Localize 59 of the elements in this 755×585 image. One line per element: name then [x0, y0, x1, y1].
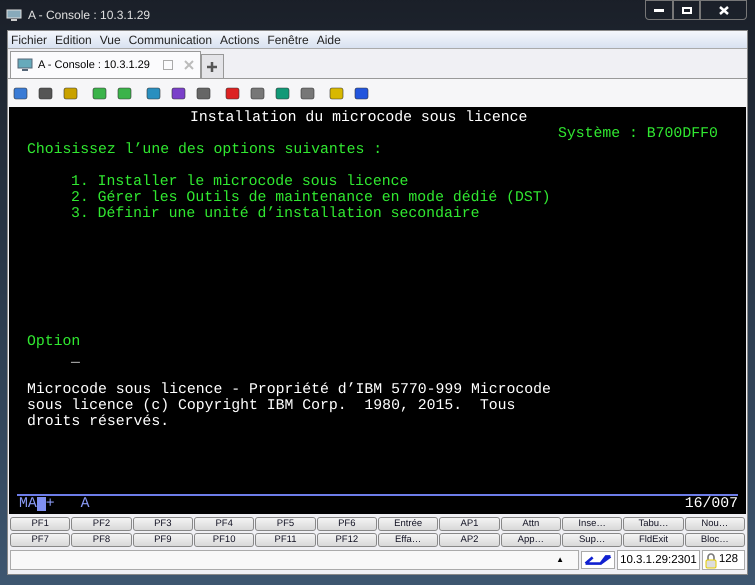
window-title: A - Console : 10.3.1.29 [28, 7, 150, 24]
function-key[interactable]: AP2 [439, 533, 500, 547]
option-label: Option [27, 334, 80, 350]
lock-icon [704, 552, 717, 568]
function-key[interactable]: PF4 [194, 517, 254, 531]
copyright-text: sous licence (c) Copyright IBM Corp. 1980, 2015. Tous [27, 398, 516, 414]
screen-title: Installation du microcode sous licence [190, 110, 528, 126]
function-key[interactable]: PF9 [132, 533, 193, 547]
function-key[interactable]: PF11 [255, 533, 316, 547]
copyright-text: Microcode sous licence - Propriété d’IBM 5770-999 Microcode [27, 382, 551, 398]
close-icon [718, 6, 728, 14]
instruction-text: Choisissez l’une des options suivantes : [27, 142, 382, 158]
copyright-text: droits réservés. [27, 414, 170, 430]
function-key[interactable]: PF3 [132, 517, 193, 531]
function-key[interactable]: Sup… [562, 533, 622, 547]
function-key[interactable]: Entrée [378, 517, 438, 531]
function-key[interactable]: App… [500, 533, 561, 547]
plus-indicator: + [46, 496, 55, 512]
scroll-arrow[interactable]: ▲ [556, 554, 564, 566]
menu-item[interactable]: Edition [55, 30, 92, 48]
connection-icon [581, 551, 616, 569]
function-key[interactable]: Tabu… [623, 517, 684, 531]
function-key[interactable]: Attn [500, 517, 561, 531]
menu-item[interactable]: Communication [128, 30, 212, 48]
function-key[interactable]: PF7 [10, 533, 70, 547]
menu-option[interactable]: 2. Gérer les Outils de maintenance en mode dédié (DST) [71, 190, 550, 206]
minimize-button[interactable] [645, 0, 673, 20]
key-count: 128 [718, 552, 739, 568]
function-key[interactable]: PF6 [316, 517, 377, 531]
function-key[interactable]: Bloc… [684, 533, 745, 547]
menu-item[interactable]: Vue [100, 30, 121, 48]
cursor-block [36, 497, 46, 511]
cursor-position: 16/007 [684, 496, 738, 512]
function-key[interactable]: PF5 [255, 517, 316, 531]
menu-item[interactable]: Fenêtre [267, 30, 309, 48]
function-key[interactable]: Inse… [562, 517, 622, 531]
menu-item[interactable]: Fichier [11, 30, 48, 48]
function-key[interactable]: PF2 [71, 517, 132, 531]
new-tab-button[interactable] [200, 54, 224, 78]
host-address: 10.3.1.29:2301 [617, 550, 700, 570]
menu-item[interactable]: Aide [316, 30, 341, 48]
function-key[interactable]: AP1 [439, 517, 500, 531]
function-key[interactable]: Nou… [684, 517, 745, 531]
close-button[interactable] [700, 0, 747, 20]
system-name: Système : B700DFF0 [558, 126, 718, 142]
maximize-button[interactable] [673, 0, 700, 20]
plus-icon [206, 60, 218, 72]
function-key[interactable]: PF12 [316, 533, 377, 547]
mode-indicator: MA [19, 496, 37, 512]
function-key[interactable]: PF8 [71, 533, 132, 547]
menu-item[interactable]: Actions [220, 30, 260, 48]
function-key[interactable]: PF10 [194, 533, 254, 547]
menu-option[interactable]: 1. Installer le microcode sous licence [71, 174, 408, 190]
option-input-field[interactable]: _ [71, 350, 80, 366]
function-key[interactable]: Effa… [378, 533, 438, 547]
shift-indicator: A [80, 496, 90, 512]
function-key[interactable]: FldExit [623, 533, 684, 547]
menu-option[interactable]: 3. Définir une unité d’installation secondaire [71, 206, 480, 222]
function-key[interactable]: PF1 [10, 517, 70, 531]
